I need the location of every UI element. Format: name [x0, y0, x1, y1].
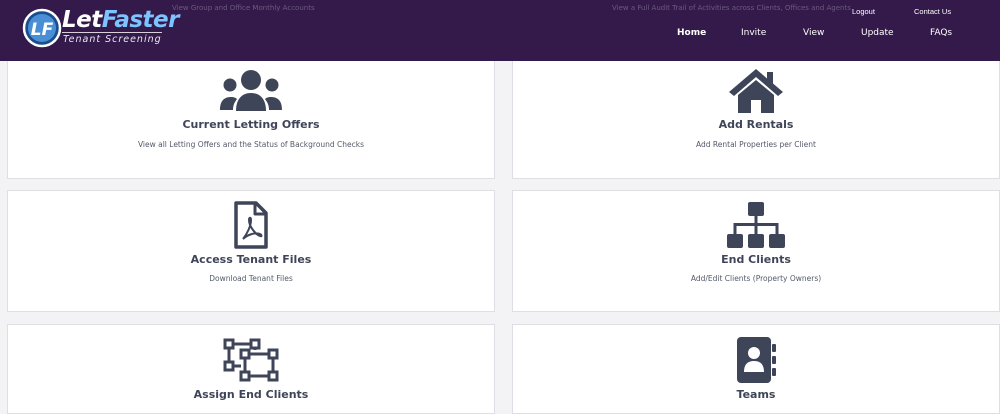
object-group-icon [223, 338, 279, 382]
card-title: Assign End Clients [193, 388, 309, 401]
nav-update[interactable]: Update [861, 28, 894, 38]
house-icon [729, 69, 783, 113]
logo-word-faster: Faster [101, 7, 180, 33]
sitemap-icon [727, 202, 785, 248]
card-add-rentals[interactable]: Add Rentals Add Rental Properties per Cl… [512, 54, 1000, 179]
pdf-file-icon [234, 201, 268, 249]
obscured-card-description-left: View Group and Office Monthly Accounts [172, 4, 315, 12]
nav-faqs[interactable]: FAQs [930, 28, 952, 38]
logo-subtitle: Tenant Screening [63, 34, 162, 45]
nav-invite[interactable]: Invite [741, 28, 766, 38]
logo-badge-icon: LF [22, 8, 62, 48]
address-book-icon [737, 337, 776, 383]
top-navbar: View Group and Office Monthly Accounts V… [0, 0, 1000, 61]
card-description: Add Rental Properties per Client [696, 140, 816, 149]
logo-underline [62, 32, 162, 33]
users-icon [220, 70, 282, 111]
card-title: End Clients [721, 253, 791, 266]
logo-wordmark: LetFaster [62, 7, 179, 33]
logo-word-let: Let [62, 7, 102, 33]
card-title: Teams [736, 388, 776, 401]
logout-link[interactable]: Logout [852, 7, 875, 16]
logo-badge-letters: LF [31, 20, 54, 40]
card-description: View all Letting Offers and the Status o… [137, 140, 365, 149]
nav-view[interactable]: View [803, 28, 824, 38]
card-assign-end-clients[interactable]: Assign End Clients [7, 324, 495, 414]
card-end-clients[interactable]: End Clients Add/Edit Clients (Property O… [512, 190, 1000, 312]
card-title: Current Letting Offers [182, 118, 320, 131]
obscured-card-description-right: View a Full Audit Trail of Activities ac… [612, 4, 851, 12]
card-title: Access Tenant Files [190, 253, 312, 266]
card-description: Download Tenant Files [209, 274, 293, 283]
card-title: Add Rentals [718, 118, 794, 131]
contact-us-link[interactable]: Contact Us [914, 7, 951, 16]
card-teams[interactable]: Teams [512, 324, 1000, 414]
letfaster-logo[interactable]: LF LetFaster Tenant Screening [22, 5, 179, 51]
nav-home[interactable]: Home [677, 28, 706, 38]
card-access-tenant-files[interactable]: Access Tenant Files Download Tenant File… [7, 190, 495, 312]
card-description: Add/Edit Clients (Property Owners) [690, 274, 822, 283]
card-current-letting-offers[interactable]: Current Letting Offers View all Letting … [7, 54, 495, 179]
